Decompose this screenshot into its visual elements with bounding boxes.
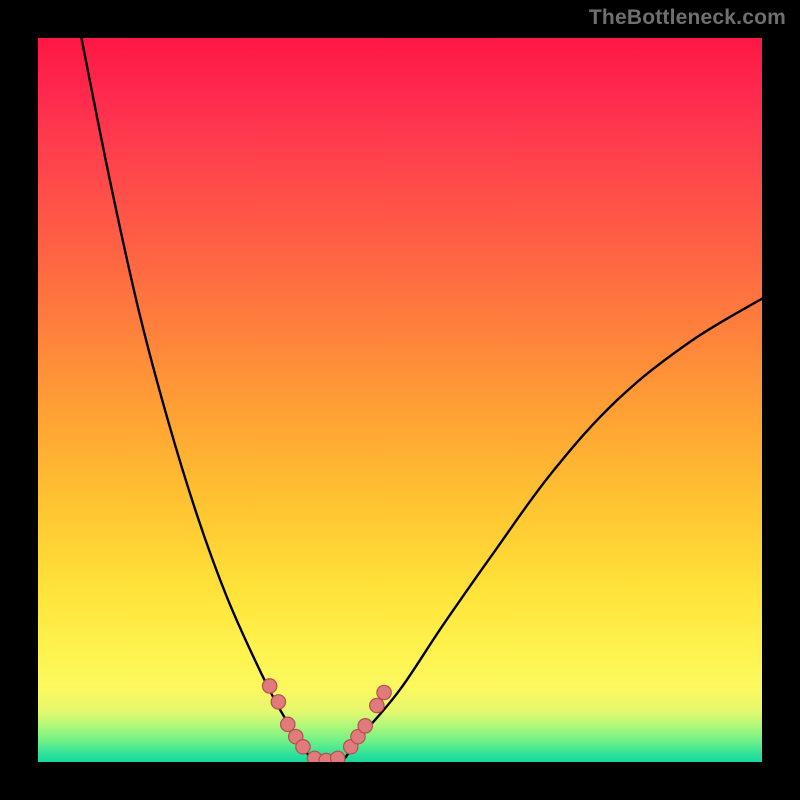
chart-frame: TheBottleneck.com xyxy=(0,0,800,800)
plot-area xyxy=(38,38,762,762)
right-bead-lower-3 xyxy=(358,719,372,733)
right-bead-upper-2 xyxy=(377,685,391,699)
min-bead-3 xyxy=(331,751,345,762)
attribution-text: TheBottleneck.com xyxy=(589,6,786,30)
left-bead-lower-3 xyxy=(296,740,310,754)
left-bead-lower-1 xyxy=(281,717,295,731)
left-bead-upper-1 xyxy=(262,679,276,693)
curve-right-branch xyxy=(342,299,762,762)
curve-layer xyxy=(38,38,762,762)
left-bead-upper-2 xyxy=(271,695,285,709)
bottleneck-curves xyxy=(81,38,762,762)
curve-left-branch xyxy=(81,38,313,762)
right-bead-upper-1 xyxy=(370,698,384,712)
marker-beads xyxy=(262,679,391,762)
